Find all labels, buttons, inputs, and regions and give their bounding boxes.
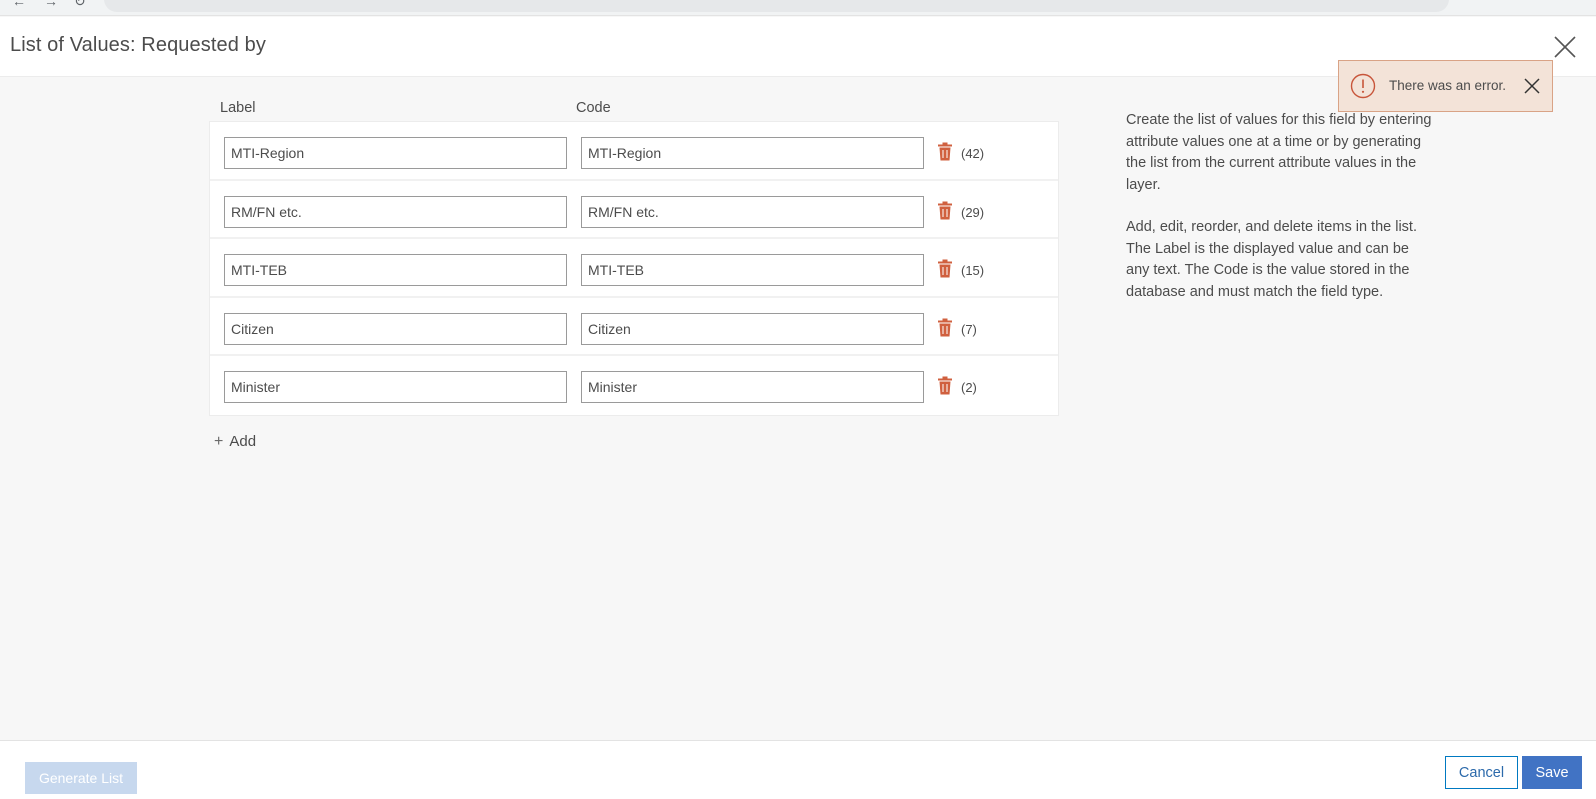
help-panel: Create the list of values for this field…: [1126, 110, 1436, 324]
save-button[interactable]: Save: [1522, 756, 1582, 789]
help-paragraph: Add, edit, reorder, and delete items in …: [1126, 219, 1417, 300]
reload-icon[interactable]: ↻: [74, 0, 86, 8]
list-item: (42): [210, 122, 1058, 181]
occurrence-count: (15): [961, 263, 985, 278]
dialog-footer: Generate List Cancel Save: [0, 740, 1596, 799]
trash-icon[interactable]: [937, 376, 953, 395]
list-item: (15): [210, 239, 1058, 298]
address-bar[interactable]: [104, 0, 1449, 12]
list-item: (7): [210, 298, 1058, 356]
trash-icon[interactable]: [937, 318, 953, 337]
forward-icon[interactable]: →: [44, 0, 58, 8]
code-field[interactable]: [581, 195, 924, 228]
dialog-title: List of Values: Requested by: [10, 34, 266, 56]
list-item: (2): [210, 356, 1058, 415]
back-icon[interactable]: ←: [12, 0, 26, 8]
close-icon[interactable]: [1551, 33, 1579, 61]
label-field[interactable]: [224, 137, 567, 169]
code-field[interactable]: [581, 312, 924, 345]
error-toast: There was an error.: [1338, 60, 1553, 112]
label-field[interactable]: [224, 254, 567, 286]
plus-icon: +: [214, 433, 224, 450]
trash-icon[interactable]: [937, 259, 953, 278]
occurrence-count: (42): [961, 146, 985, 161]
label-column-header: Label: [220, 100, 256, 116]
add-value-button[interactable]: + Add: [214, 433, 256, 451]
code-field[interactable]: [581, 137, 924, 169]
code-field[interactable]: [581, 254, 924, 286]
label-field[interactable]: [224, 371, 567, 403]
code-field[interactable]: [581, 371, 924, 403]
label-field[interactable]: [224, 195, 567, 228]
code-column-header: Code: [576, 100, 611, 116]
generate-list-button[interactable]: Generate List: [25, 762, 137, 794]
browser-toolbar: ← → ↻: [0, 0, 1596, 16]
occurrence-count: (29): [961, 204, 985, 220]
error-icon: [1350, 73, 1376, 99]
occurrence-count: (7): [961, 321, 977, 337]
cancel-button[interactable]: Cancel: [1445, 756, 1518, 789]
error-message: There was an error.: [1389, 78, 1507, 93]
values-list: (42) (29) (15): [209, 121, 1059, 416]
trash-icon[interactable]: [937, 142, 953, 161]
help-paragraph: Create the list of values for this field…: [1126, 112, 1432, 193]
label-field[interactable]: [224, 312, 567, 345]
list-item: (29): [210, 181, 1058, 239]
trash-icon[interactable]: [937, 201, 953, 220]
dismiss-toast-icon[interactable]: [1522, 76, 1542, 96]
add-label: Add: [229, 433, 257, 450]
occurrence-count: (2): [961, 380, 977, 395]
